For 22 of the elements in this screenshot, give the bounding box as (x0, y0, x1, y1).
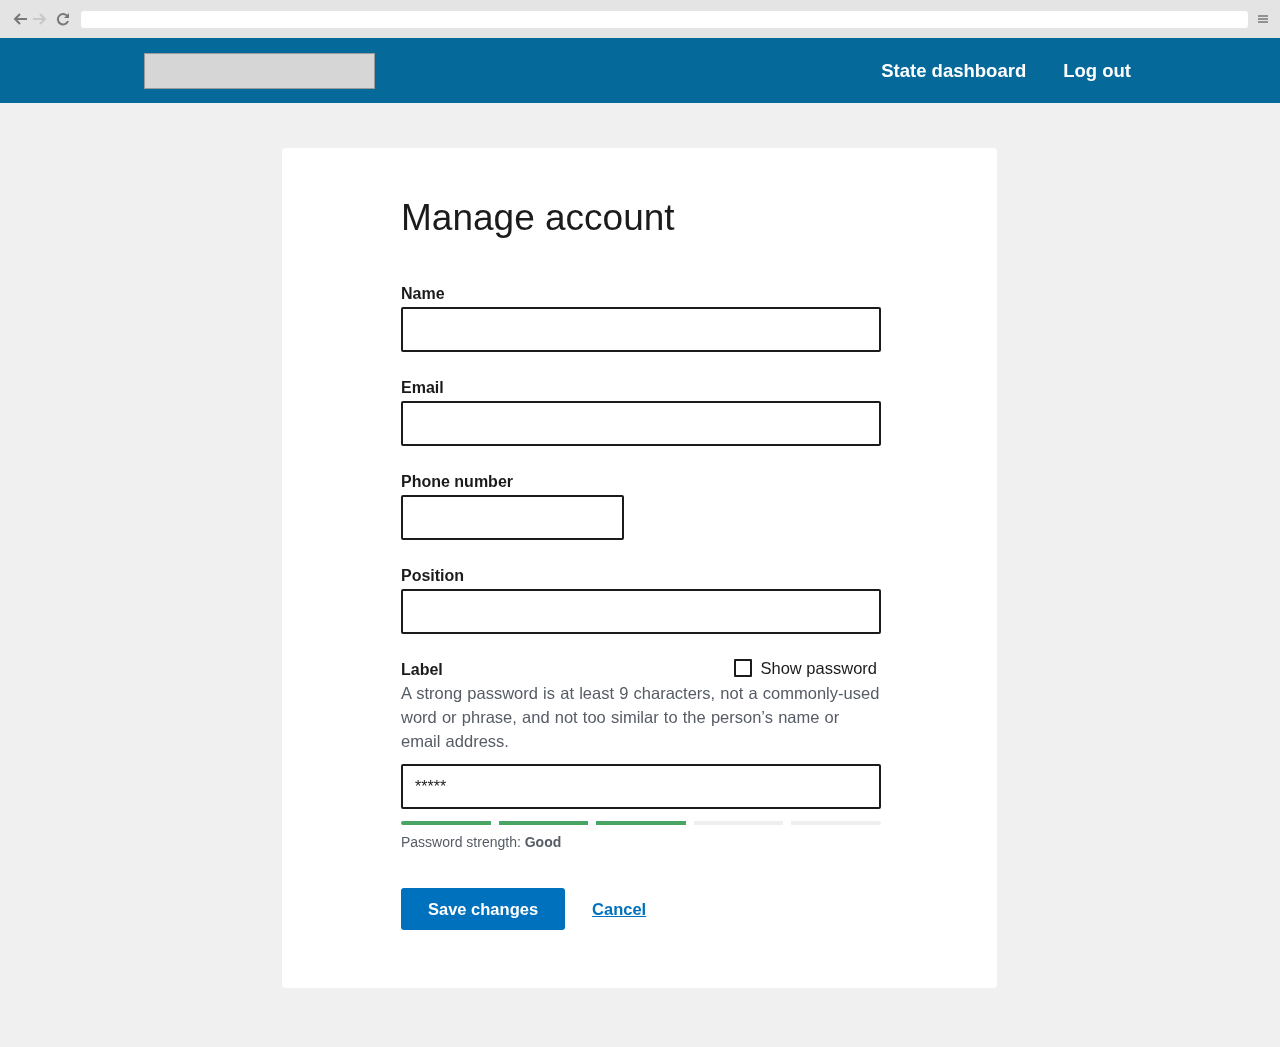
save-button[interactable]: Save changes (401, 888, 566, 930)
strength-text: Password strength: Good (401, 833, 562, 852)
checkbox-label[interactable]: Show password (760, 658, 877, 678)
input-field[interactable] (401, 589, 881, 634)
address-field[interactable] (81, 10, 1248, 28)
reload-icon[interactable] (56, 12, 70, 26)
input-field[interactable] (401, 495, 624, 540)
page-title: Manage account (401, 196, 675, 240)
checkbox[interactable] (733, 659, 752, 677)
input-field[interactable] (401, 307, 881, 352)
password-field[interactable]: ***** (401, 764, 881, 809)
field-label: Label (401, 660, 443, 680)
field-label: Phone number (401, 472, 513, 492)
field-label: Email (401, 378, 444, 398)
nav-link[interactable]: Log out (1063, 59, 1131, 82)
field-label: Position (401, 566, 465, 586)
nav-link[interactable]: State dashboard (881, 59, 1027, 82)
hint-text: A strong password is at least 9 characters, not a commonly-used word or phrase, and not too similar to the person’s name or email address. (401, 683, 881, 752)
back-arrow-icon[interactable] (12, 12, 28, 26)
field-label: Name (401, 284, 445, 304)
input-field[interactable] (401, 401, 881, 446)
cancel-link[interactable]: Cancel (592, 899, 647, 919)
